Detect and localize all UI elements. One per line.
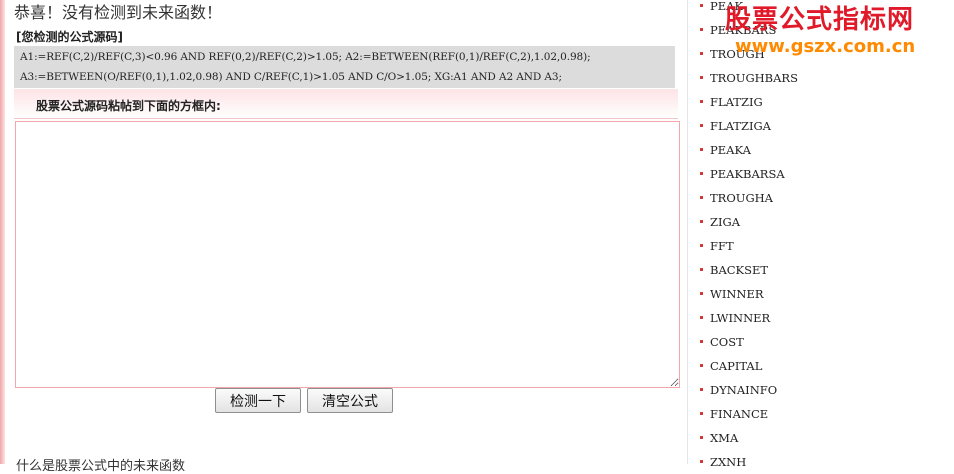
- bullet-icon: [700, 388, 703, 391]
- bullet-icon: [700, 436, 703, 439]
- bullet-icon: [700, 100, 703, 103]
- detection-result-message: 恭喜！没有检测到未来函数！: [14, 3, 223, 22]
- function-list-item[interactable]: CAPITAL: [700, 354, 798, 378]
- bullet-icon: [700, 268, 703, 271]
- future-function-link[interactable]: 什么是股票公式中的未来函数: [16, 455, 185, 474]
- function-list-item[interactable]: DYNAINFO: [700, 378, 798, 402]
- function-list-item[interactable]: FLATZIG: [700, 90, 798, 114]
- function-name: PEAKA: [710, 143, 751, 157]
- bullet-icon: [700, 124, 703, 127]
- function-list-item[interactable]: ZIGA: [700, 210, 798, 234]
- function-name: ZXNH: [710, 455, 747, 469]
- left-edge-decoration: [0, 0, 5, 464]
- function-name: LWINNER: [710, 311, 771, 325]
- function-list-item[interactable]: WINNER: [700, 282, 798, 306]
- formula-source-box: A1:=REF(C,2)/REF(C,3)<0.96 AND REF(0,2)/…: [14, 46, 675, 88]
- function-list-item[interactable]: FLATZIGA: [700, 114, 798, 138]
- function-list-item[interactable]: PEAK: [700, 0, 798, 18]
- formula-source-label: [您检测的公式源码]: [16, 30, 123, 44]
- bullet-icon: [700, 148, 703, 151]
- function-list-item[interactable]: LWINNER: [700, 306, 798, 330]
- function-name: DYNAINFO: [710, 383, 778, 397]
- formula-source-line: A1:=REF(C,2)/REF(C,3)<0.96 AND REF(0,2)/…: [20, 51, 591, 63]
- function-name: FLATZIG: [710, 95, 763, 109]
- function-name: CAPITAL: [710, 359, 763, 373]
- function-name: PEAK: [710, 0, 744, 13]
- bullet-icon: [700, 364, 703, 367]
- bullet-icon: [700, 460, 703, 463]
- bullet-icon: [700, 76, 703, 79]
- paste-instruction-label: 股票公式源码粘帖到下面的方框内:: [36, 99, 221, 113]
- function-list-item[interactable]: XMA: [700, 426, 798, 450]
- function-name: PEAKBARS: [710, 23, 777, 37]
- sidebar-divider: [687, 0, 688, 464]
- function-list-item[interactable]: ZXNH: [700, 450, 798, 474]
- formula-source-line: A3:=BETWEEN(O/REF(0,1),1.02,0.98) AND C/…: [20, 71, 562, 83]
- function-list-item[interactable]: PEAKA: [700, 138, 798, 162]
- bullet-icon: [700, 412, 703, 415]
- function-name: FFT: [710, 239, 734, 253]
- function-list-item[interactable]: TROUGH: [700, 42, 798, 66]
- function-list-item[interactable]: FFT: [700, 234, 798, 258]
- function-list-item[interactable]: COST: [700, 330, 798, 354]
- bullet-icon: [700, 52, 703, 55]
- function-list: PEAK PEAKBARS TROUGH TROUGHBARS FLATZIG …: [700, 0, 798, 474]
- bullet-icon: [700, 316, 703, 319]
- function-name: FLATZIGA: [710, 119, 771, 133]
- function-name: XMA: [710, 431, 739, 445]
- bullet-icon: [700, 340, 703, 343]
- bullet-icon: [700, 244, 703, 247]
- bullet-icon: [700, 220, 703, 223]
- bullet-icon: [700, 28, 703, 31]
- function-name: TROUGHA: [710, 191, 773, 205]
- function-name: FINANCE: [710, 407, 769, 421]
- function-list-item[interactable]: PEAKBARSA: [700, 162, 798, 186]
- function-list-item[interactable]: TROUGHBARS: [700, 66, 798, 90]
- function-list-item[interactable]: TROUGHA: [700, 186, 798, 210]
- clear-formula-button[interactable]: 清空公式: [307, 388, 393, 413]
- bullet-icon: [700, 172, 703, 175]
- function-list-item[interactable]: BACKSET: [700, 258, 798, 282]
- function-list-item[interactable]: FINANCE: [700, 402, 798, 426]
- function-name: ZIGA: [710, 215, 741, 229]
- check-formula-button[interactable]: 检测一下: [215, 388, 301, 413]
- function-list-item[interactable]: PEAKBARS: [700, 18, 798, 42]
- paste-instruction-bar: 股票公式源码粘帖到下面的方框内:: [14, 89, 678, 119]
- formula-input-textarea[interactable]: [15, 121, 680, 388]
- function-name: PEAKBARSA: [710, 167, 785, 181]
- bullet-icon: [700, 292, 703, 295]
- bullet-icon: [700, 4, 703, 7]
- function-name: COST: [710, 335, 744, 349]
- bullet-icon: [700, 196, 703, 199]
- function-name: TROUGHBARS: [710, 71, 798, 85]
- function-name: TROUGH: [710, 47, 765, 61]
- function-name: BACKSET: [710, 263, 769, 277]
- function-name: WINNER: [710, 287, 764, 301]
